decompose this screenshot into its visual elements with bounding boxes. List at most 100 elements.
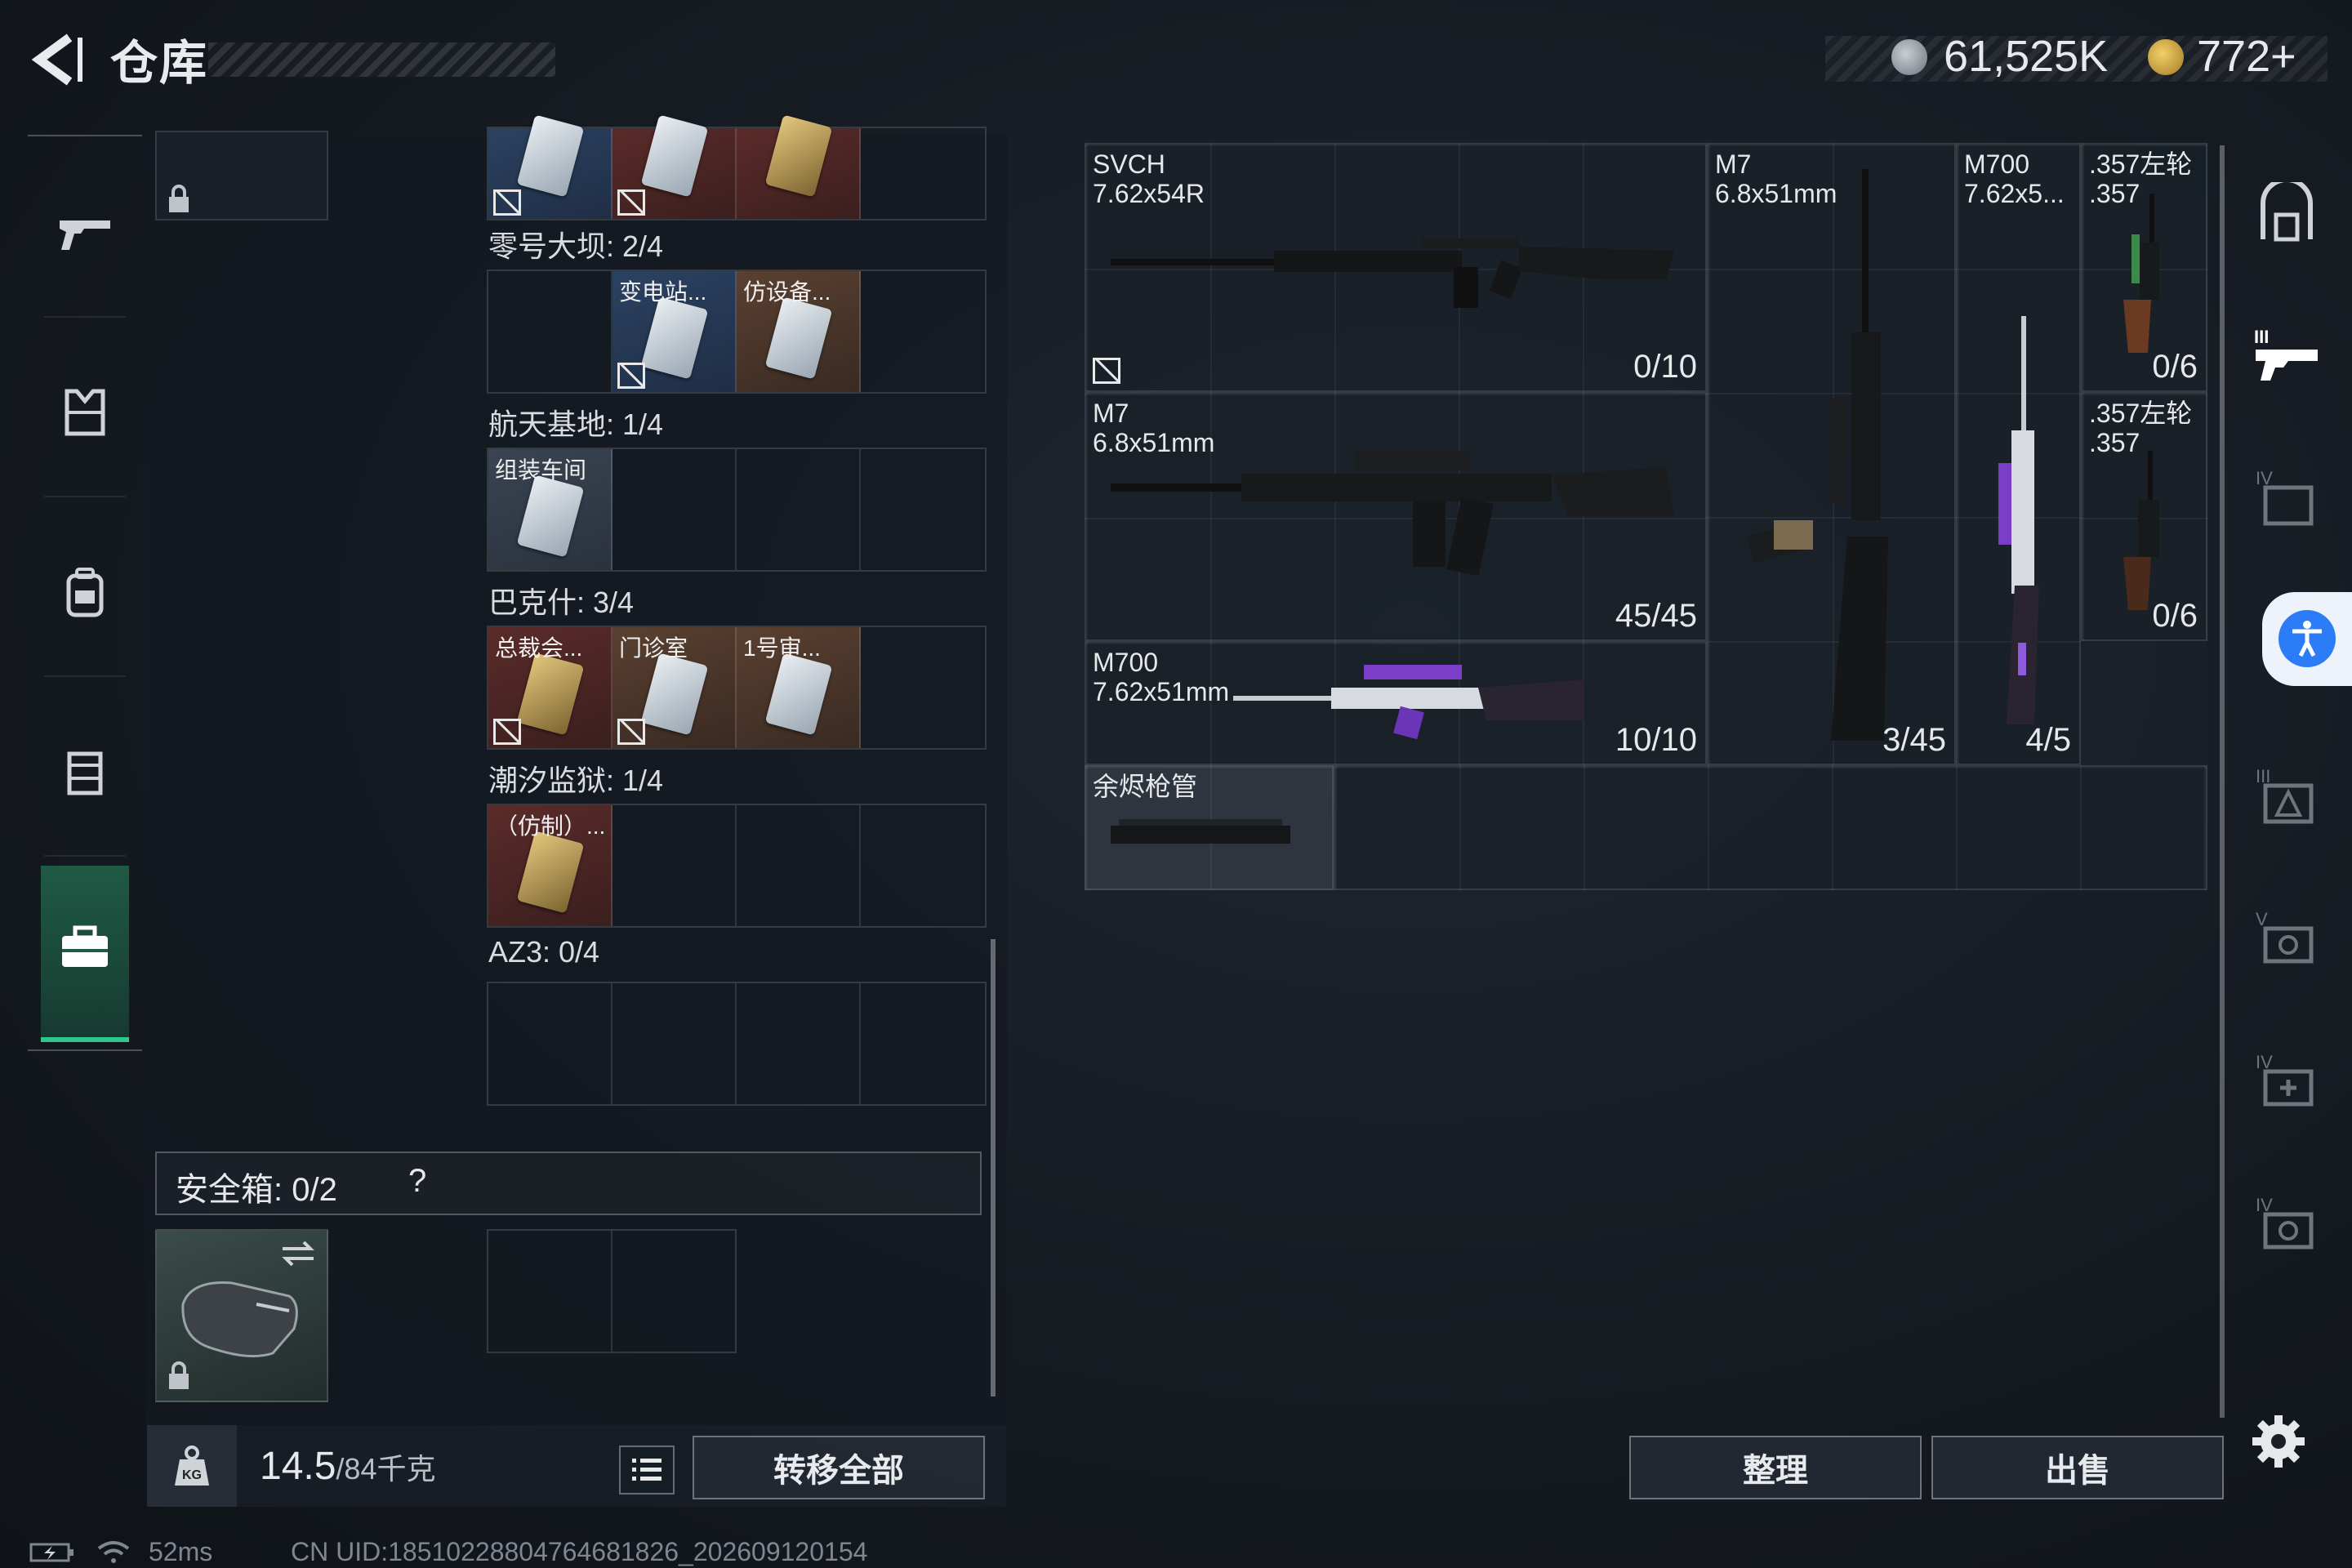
weapon-357-revolver[interactable]: .357左轮 .357 0/6: [2081, 392, 2207, 641]
empty-slot[interactable]: [737, 983, 861, 1104]
list-view-button[interactable]: [619, 1446, 675, 1494]
weapon-ammo: 10/10: [1615, 722, 1697, 758]
accessibility-icon[interactable]: [2278, 610, 2336, 667]
section-label: AZ3: 0/4: [488, 935, 600, 969]
transfer-all-button[interactable]: 转移全部: [693, 1436, 985, 1499]
weapon-m7-horizontal[interactable]: M7 6.8x51mm 45/45: [1085, 392, 1707, 641]
svg-text:IV: IV: [2256, 1052, 2273, 1072]
currency-gold-amount[interactable]: 772+: [2197, 31, 2296, 82]
weapon-name: M700 7.62x51mm: [1093, 648, 1230, 706]
empty-storage-row[interactable]: [1334, 765, 2207, 890]
sell-button[interactable]: 出售: [1931, 1436, 2224, 1499]
storage-scrollbar[interactable]: [2220, 145, 2225, 1418]
rail-item-weapons[interactable]: [28, 153, 142, 316]
keycard-slot[interactable]: 仿设备...: [737, 271, 861, 392]
keycard-slot[interactable]: [612, 114, 737, 219]
storage-tab-4[interactable]: IV: [2238, 429, 2336, 568]
rail-divider: [44, 496, 126, 497]
rail-item-chest-rig[interactable]: [28, 690, 142, 853]
swap-icon[interactable]: [279, 1239, 317, 1268]
weapon-ammo: 0/10: [1633, 349, 1697, 385]
empty-slot[interactable]: [612, 805, 737, 926]
keycase-slot[interactable]: [155, 131, 328, 220]
weapon-ammo: 0/6: [2152, 349, 2198, 385]
gold-coin-icon: [2148, 39, 2184, 75]
svg-text:IV: IV: [2256, 1195, 2273, 1215]
sort-button[interactable]: 整理: [1629, 1436, 1922, 1499]
settings-button[interactable]: [2246, 1409, 2311, 1474]
svg-text:KG: KG: [182, 1468, 202, 1482]
empty-slot[interactable]: [861, 983, 985, 1104]
list-icon: [632, 1459, 662, 1481]
sniper-rifle-icon: [1233, 665, 1584, 740]
weapon-ammo: 4/5: [2025, 722, 2071, 758]
item-barrel[interactable]: 余烬枪管: [1085, 765, 1334, 890]
storage-tab-6[interactable]: V: [2238, 870, 2336, 1009]
back-button[interactable]: [24, 31, 90, 88]
silver-coin-icon: [1891, 39, 1927, 75]
weapon-m700-vertical[interactable]: M700 7.62x5... 4/5: [1956, 143, 2081, 765]
keycard-slot[interactable]: [488, 114, 612, 219]
chest-rig-icon: [67, 751, 103, 795]
storage-tab-rail: III IV III V IV IV: [2238, 143, 2336, 1417]
storage-tab-weapons[interactable]: III: [2238, 286, 2336, 425]
empty-slot[interactable]: [861, 128, 985, 219]
empty-slot[interactable]: [612, 449, 737, 570]
lock-icon: [169, 185, 189, 212]
storage-tab-5[interactable]: III: [2238, 727, 2336, 866]
empty-slot[interactable]: [737, 449, 861, 570]
card-row: （仿制）...: [487, 804, 987, 928]
keycard-slot[interactable]: （仿制）...: [488, 805, 612, 926]
weapon-m700-horizontal[interactable]: M700 7.62x51mm 10/10: [1085, 641, 1707, 765]
rail-divider: [44, 675, 126, 677]
battery-charging-icon: [29, 1543, 74, 1562]
rail-item-backpack[interactable]: [28, 510, 142, 674]
folder-icon: IV: [2256, 468, 2314, 526]
keycard-slot[interactable]: 总裁会...: [488, 627, 612, 748]
empty-slot[interactable]: [488, 271, 612, 392]
weapon-svch[interactable]: SVCH 7.62x54R 0/10: [1085, 143, 1707, 392]
safebox-slot[interactable]: [155, 1229, 328, 1402]
empty-slot[interactable]: [612, 1231, 737, 1352]
ping-readout: 52ms: [149, 1537, 213, 1566]
person-icon: [2292, 621, 2322, 657]
card-row: [487, 982, 987, 1106]
inventory-scrollbar[interactable]: [991, 939, 996, 1396]
card-row: 组装车间: [487, 448, 987, 572]
empty-slot[interactable]: [861, 449, 985, 570]
storage-tab-all[interactable]: [2238, 143, 2336, 282]
card-row: 总裁会... 门诊室 1号审...: [487, 626, 987, 750]
rail-divider: [44, 316, 126, 318]
empty-slot[interactable]: [861, 271, 985, 392]
empty-slot[interactable]: [488, 1231, 612, 1352]
rifle-icon: [1111, 238, 1674, 308]
weight-readout: 14.5/84千克: [260, 1444, 435, 1489]
rail-item-armor[interactable]: [28, 331, 142, 494]
storage-tab-7[interactable]: IV: [2238, 1013, 2336, 1152]
rail-item-toolbox[interactable]: [41, 866, 129, 1042]
armor-icon: [65, 389, 105, 436]
weapon-357-revolver[interactable]: .357左轮 .357 0/6: [2081, 143, 2207, 392]
empty-slot[interactable]: [488, 983, 612, 1104]
keycard-slot[interactable]: 变电站...: [612, 271, 737, 392]
currency-silver-amount: 61,525K: [1944, 32, 2109, 81]
keycard-slot[interactable]: 门诊室: [612, 627, 737, 748]
rail-divider: [44, 855, 126, 857]
weapon-m7-vertical[interactable]: M7 6.8x51mm 3/45: [1707, 143, 1956, 765]
empty-slot[interactable]: [861, 805, 985, 926]
keycard-slot[interactable]: 组装车间: [488, 449, 612, 570]
empty-slot[interactable]: [737, 805, 861, 926]
empty-slot[interactable]: [861, 627, 985, 748]
safebox-help-button[interactable]: ?: [408, 1163, 426, 1200]
empty-slot[interactable]: [612, 983, 737, 1104]
camera-crate-icon: V: [2256, 909, 2314, 964]
keycard-slot[interactable]: 1号审...: [737, 627, 861, 748]
wifi-icon: [97, 1541, 130, 1563]
weight-lock-button[interactable]: KG: [147, 1425, 237, 1507]
section-label: 巴克什: 3/4: [488, 586, 635, 619]
weapon-rack-icon: III: [2254, 327, 2318, 381]
revolver-icon: [2123, 194, 2159, 353]
gun-icon: [60, 220, 110, 250]
storage-tab-8[interactable]: IV: [2238, 1156, 2336, 1294]
keycard-slot[interactable]: [737, 114, 861, 219]
